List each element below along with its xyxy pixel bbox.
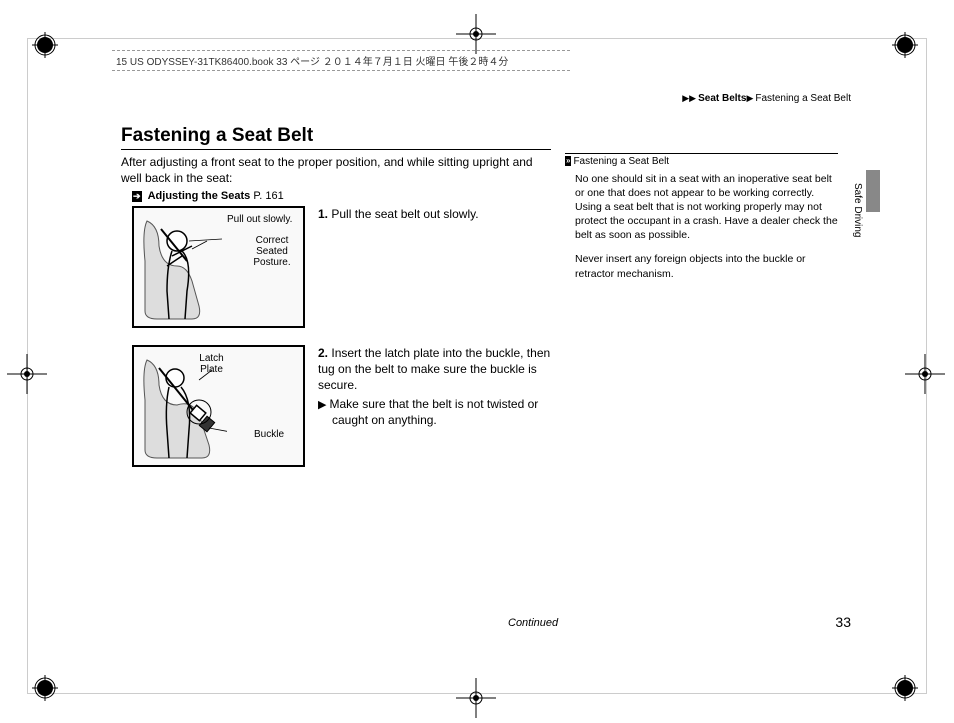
breadcrumb-segment: Fastening a Seat Belt <box>755 93 851 104</box>
chevron-right-icon: ▶▶ <box>682 93 696 103</box>
step-text: Insert the latch plate into the buckle, … <box>318 346 550 392</box>
sidebox-heading: »Fastening a Seat Belt <box>565 153 838 169</box>
step-text: Pull the seat belt out slowly. <box>331 207 478 221</box>
sidebox-title: Fastening a Seat Belt <box>573 156 669 167</box>
xref-label: Adjusting the Seats <box>148 190 251 202</box>
triangle-right-icon: ▶ <box>318 399 330 411</box>
step-number: 1. <box>318 207 328 221</box>
double-chevron-icon: » <box>565 156 571 166</box>
registration-mark-icon <box>892 32 918 58</box>
figure-label: Buckle <box>254 429 284 440</box>
section-tab-label: Safe Driving <box>852 183 863 237</box>
cross-reference: ➔ Adjusting the Seats P. 161 <box>132 190 284 202</box>
continued-label: Continued <box>508 617 558 629</box>
registration-mark-icon <box>32 32 58 58</box>
registration-mark-icon <box>32 675 58 701</box>
registration-mark-icon <box>892 675 918 701</box>
page-number: 33 <box>835 614 851 630</box>
sidebox-paragraph: Never insert any foreign objects into th… <box>575 252 838 280</box>
step-subtext: Make sure that the belt is not twisted o… <box>330 397 539 428</box>
step-1: 1. Pull the seat belt out slowly. <box>318 206 551 222</box>
sidebox-paragraph: No one should sit in a seat with an inop… <box>575 172 838 243</box>
crop-mark-icon <box>456 678 496 718</box>
chevron-right-icon: ▶ <box>746 93 753 103</box>
crop-mark-icon <box>456 14 496 54</box>
figure-label: Pull out slowly. <box>227 214 292 225</box>
step-number: 2. <box>318 346 328 360</box>
step-2: 2. Insert the latch plate into the buckl… <box>318 345 551 429</box>
breadcrumb-segment: Seat Belts <box>698 93 746 104</box>
section-tab <box>866 170 880 212</box>
document-header-strip: 15 US ODYSSEY-31TK86400.book 33 ページ ２０１４… <box>112 50 570 71</box>
link-icon: ➔ <box>132 191 142 202</box>
crop-mark-icon <box>905 354 945 394</box>
info-sidebar: »Fastening a Seat Belt No one should sit… <box>565 153 838 291</box>
figure-label: Correct Seated Posture. <box>247 235 297 268</box>
page-title: Fastening a Seat Belt <box>121 125 551 150</box>
breadcrumb: ▶▶Seat Belts▶Fastening a Seat Belt <box>682 93 851 104</box>
figure-2: Latch Plate Buckle <box>132 345 305 467</box>
crop-mark-icon <box>7 354 47 394</box>
figure-1: Pull out slowly. Correct Seated Posture. <box>132 206 305 328</box>
xref-page: P. 161 <box>253 190 283 202</box>
figure-label: Latch Plate <box>194 353 229 375</box>
intro-text: After adjusting a front seat to the prop… <box>121 155 551 186</box>
seat-belt-pull-illustration-icon <box>137 211 227 321</box>
